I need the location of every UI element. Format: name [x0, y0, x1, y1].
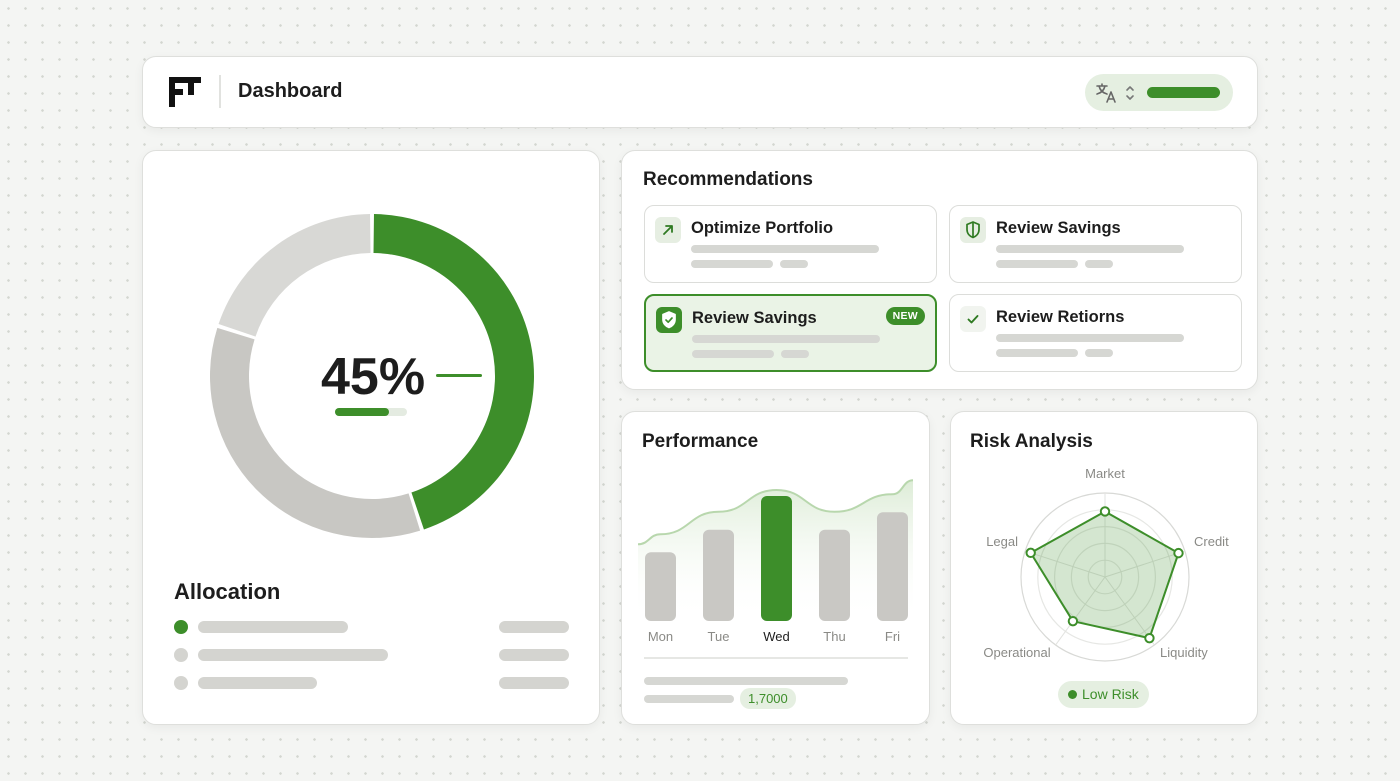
recommendation-title: Optimize Portfolio [691, 219, 834, 237]
recommendation-review-returns[interactable]: Review Retiorns [949, 294, 1242, 372]
recommendation-title: Review Retiorns [996, 308, 1125, 326]
legend-label-placeholder-1 [198, 621, 348, 633]
shield-check-icon [656, 307, 682, 333]
risk-status-label: Low Risk [1082, 686, 1139, 702]
recommendation-line [780, 260, 808, 268]
allocation-card: 45% Allocation [142, 150, 600, 725]
risk-analysis-card: Risk Analysis Market Credit Liquidity Opera… [950, 411, 1258, 725]
language-value-placeholder [1147, 87, 1220, 98]
radar-label-market: Market [1085, 466, 1125, 481]
performance-line-placeholder [644, 677, 848, 685]
top-bar: Dashboard [142, 56, 1258, 128]
radar-label-legal: Legal [986, 534, 1018, 549]
legend-value-placeholder-2 [499, 649, 569, 661]
percent-dash [436, 374, 482, 377]
risk-status-dot [1068, 690, 1077, 699]
recommendations-title: Recommendations [643, 169, 813, 190]
radar-point-liquidity [1144, 632, 1155, 644]
allocation-percent: 45% [321, 348, 426, 406]
x-tick-thu: Thu [823, 629, 845, 644]
legend-label-placeholder-2 [198, 649, 388, 661]
risk-analysis-title: Risk Analysis [970, 431, 1093, 452]
performance-value-badge: 1,7000 [740, 688, 796, 709]
donut-segment-3 [218, 214, 371, 337]
allocation-title: Allocation [174, 579, 281, 604]
legend-value-placeholder-1 [499, 621, 569, 633]
bar-wed [761, 496, 792, 621]
recommendation-line [996, 349, 1078, 357]
shield-icon [960, 217, 986, 243]
page-title: Dashboard [238, 80, 343, 102]
radar-label-operational: Operational [983, 645, 1050, 660]
arrow-up-right-icon [655, 217, 681, 243]
bar-thu [819, 529, 850, 621]
x-tick-fri: Fri [885, 629, 900, 644]
radar-point-operational [1067, 615, 1079, 627]
bar-fri [877, 512, 908, 621]
new-badge: NEW [885, 307, 925, 325]
language-selector[interactable] [1085, 74, 1233, 111]
performance-bar-chart: Mon Tue Wed Thu Fri [638, 479, 913, 644]
check-icon [960, 306, 986, 332]
allocation-progress-fill [335, 408, 389, 416]
recommendation-line [692, 335, 880, 343]
recommendations-card: Recommendations Optimize Portfolio Revie… [621, 150, 1258, 390]
radar-label-credit: Credit [1194, 534, 1229, 549]
performance-title: Performance [642, 431, 759, 452]
legend-dot-2 [174, 648, 188, 662]
risk-radar-chart: Market Credit Liquidity Operational Legal [983, 466, 1229, 662]
bar-mon [645, 552, 676, 621]
legend-dot-3 [174, 676, 188, 690]
x-tick-tue: Tue [708, 629, 730, 644]
radar-point-legal [1025, 547, 1036, 559]
radar-point-market [1099, 506, 1111, 517]
legend-value-placeholder-3 [499, 677, 569, 689]
recommendation-line [1085, 349, 1113, 357]
allocation-progress-bar [335, 408, 407, 416]
recommendation-line [691, 245, 879, 253]
recommendation-review-savings-new[interactable]: Review Savings NEW [644, 294, 937, 372]
header-divider [219, 75, 221, 108]
recommendation-line [692, 350, 774, 358]
performance-card: Performance Mon Tue Wed Thu Fri 1,7000 [621, 411, 930, 725]
radar-label-liquidity: Liquidity [1160, 645, 1208, 660]
legend-label-placeholder-3 [198, 677, 317, 689]
risk-status-badge: Low Risk [1058, 681, 1149, 708]
translate-icon [1096, 83, 1116, 103]
recommendation-title: Review Savings [996, 219, 1121, 237]
recommendation-line [781, 350, 809, 358]
x-tick-wed: Wed [763, 629, 790, 644]
chevron-up-down-icon [1126, 86, 1134, 100]
recommendation-line [996, 245, 1184, 253]
recommendation-review-savings[interactable]: Review Savings [949, 205, 1242, 283]
ft-logo-icon[interactable] [169, 77, 201, 107]
recommendation-optimize-portfolio[interactable]: Optimize Portfolio [644, 205, 937, 283]
performance-divider [644, 657, 908, 659]
bar-tue [703, 529, 734, 621]
recommendation-title: Review Savings [692, 309, 817, 327]
legend-dot-1 [174, 620, 188, 634]
performance-line-placeholder [644, 695, 734, 703]
recommendation-line [691, 260, 773, 268]
recommendation-line [996, 260, 1078, 268]
radar-point-credit [1173, 547, 1184, 559]
recommendation-line [1085, 260, 1113, 268]
recommendation-line [996, 334, 1184, 342]
x-tick-mon: Mon [648, 629, 673, 644]
